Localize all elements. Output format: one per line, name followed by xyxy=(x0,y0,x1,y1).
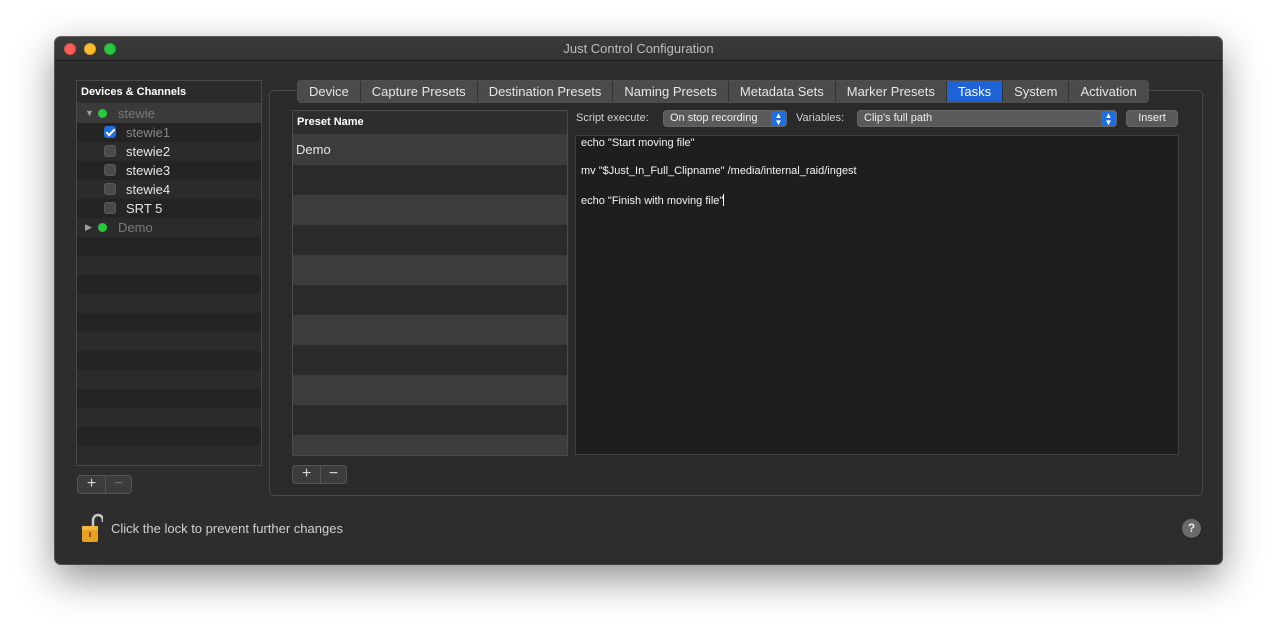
channel-label: stewie2 xyxy=(126,144,171,159)
channel-label: stewie3 xyxy=(126,163,171,178)
empty-row xyxy=(293,255,567,285)
channel-label: stewie1 xyxy=(126,125,171,140)
device-group-stewie[interactable]: ▼ stewie xyxy=(77,104,261,123)
unlocked-lock-icon[interactable] xyxy=(81,513,103,543)
remove-preset-button[interactable]: − xyxy=(320,466,346,483)
channel-row-stewie4[interactable]: stewie4 xyxy=(77,180,261,199)
tab-capture-presets[interactable]: Capture Presets xyxy=(360,81,478,102)
empty-row xyxy=(293,375,567,405)
devices-channels-list: Devices & Channels ▼ stewie stewie1 stew… xyxy=(76,80,262,466)
channel-checkbox[interactable] xyxy=(104,183,116,195)
channel-row-stewie2[interactable]: stewie2 xyxy=(77,142,261,161)
tab-tasks[interactable]: Tasks xyxy=(946,81,1004,102)
device-group-label: Demo xyxy=(118,220,153,235)
script-line: mv "$Just_In_Full_Clipname" /media/inter… xyxy=(581,165,857,177)
tab-metadata-sets[interactable]: Metadata Sets xyxy=(728,81,836,102)
device-add-remove-control: + − xyxy=(77,475,132,494)
script-line: echo "Finish with moving file" xyxy=(581,195,724,207)
tab-bar: Device Capture Presets Destination Prese… xyxy=(297,80,1149,103)
empty-row xyxy=(77,332,261,351)
preset-row-demo[interactable]: Demo xyxy=(293,135,567,165)
channel-checkbox[interactable] xyxy=(104,145,116,157)
window-title: Just Control Configuration xyxy=(563,41,714,56)
empty-row xyxy=(77,370,261,389)
channel-checkbox[interactable] xyxy=(104,164,116,176)
variables-label: Variables: xyxy=(796,112,845,124)
script-editor[interactable]: echo "Start moving file" mv "$Just_In_Fu… xyxy=(575,135,1179,455)
tab-destination-presets[interactable]: Destination Presets xyxy=(477,81,614,102)
popup-arrows-icon: ▲ ▼ xyxy=(771,111,786,127)
empty-row xyxy=(293,405,567,435)
preset-table: Preset Name Demo xyxy=(292,110,568,456)
empty-row xyxy=(293,225,567,255)
online-status-icon xyxy=(98,109,107,118)
online-status-icon xyxy=(98,223,107,232)
title-bar: Just Control Configuration xyxy=(55,37,1222,61)
lock-status-text: Click the lock to prevent further change… xyxy=(111,521,343,536)
disclosure-closed-icon[interactable]: ▶ xyxy=(85,223,92,232)
script-line: echo "Start moving file" xyxy=(581,137,695,149)
empty-row xyxy=(77,275,261,294)
channel-checkbox[interactable] xyxy=(104,126,116,138)
empty-row xyxy=(77,313,261,332)
empty-row xyxy=(77,408,261,427)
add-preset-button[interactable]: + xyxy=(293,466,321,483)
add-device-button[interactable]: + xyxy=(78,476,106,493)
empty-row xyxy=(77,389,261,408)
channel-label: stewie4 xyxy=(126,182,171,197)
tab-activation[interactable]: Activation xyxy=(1069,81,1148,102)
script-execute-label: Script execute: xyxy=(576,112,649,124)
tab-marker-presets[interactable]: Marker Presets xyxy=(835,81,947,102)
text-caret xyxy=(723,194,725,206)
empty-row xyxy=(293,435,567,455)
empty-row xyxy=(293,315,567,345)
empty-row xyxy=(77,351,261,370)
insert-variable-button[interactable]: Insert xyxy=(1126,110,1178,127)
channel-row-srt5[interactable]: SRT 5 xyxy=(77,199,261,218)
script-execute-popup[interactable]: On stop recording ▲ ▼ xyxy=(663,110,787,127)
empty-row xyxy=(77,237,261,256)
device-group-demo[interactable]: ▶ Demo xyxy=(77,218,261,237)
help-button[interactable]: ? xyxy=(1182,519,1201,538)
empty-row xyxy=(293,345,567,375)
device-group-label: stewie xyxy=(118,106,155,121)
empty-row xyxy=(293,195,567,225)
channel-row-stewie1[interactable]: stewie1 xyxy=(77,123,261,142)
preset-add-remove-control: + − xyxy=(292,465,347,484)
empty-row xyxy=(77,446,261,465)
empty-row xyxy=(77,427,261,446)
remove-device-button[interactable]: − xyxy=(105,476,131,493)
channel-checkbox[interactable] xyxy=(104,202,116,214)
empty-row xyxy=(77,465,261,466)
variables-popup[interactable]: Clip's full path ▲ ▼ xyxy=(857,110,1117,127)
empty-row xyxy=(293,165,567,195)
tab-naming-presets[interactable]: Naming Presets xyxy=(613,81,729,102)
channel-row-stewie3[interactable]: stewie3 xyxy=(77,161,261,180)
disclosure-open-icon[interactable]: ▼ xyxy=(85,109,94,118)
tab-system[interactable]: System xyxy=(1003,81,1070,102)
variables-value: Clip's full path xyxy=(864,112,933,124)
tab-device[interactable]: Device xyxy=(298,81,361,102)
empty-row xyxy=(77,256,261,275)
main-window: Just Control Configuration Devices & Cha… xyxy=(55,37,1222,564)
script-execute-value: On stop recording xyxy=(670,112,758,124)
popup-arrows-icon: ▲ ▼ xyxy=(1101,111,1116,127)
preset-name-column-header[interactable]: Preset Name xyxy=(293,111,567,135)
empty-row xyxy=(293,285,567,315)
empty-row xyxy=(77,294,261,313)
devices-channels-header: Devices & Channels xyxy=(77,81,261,104)
channel-label: SRT 5 xyxy=(126,201,163,216)
